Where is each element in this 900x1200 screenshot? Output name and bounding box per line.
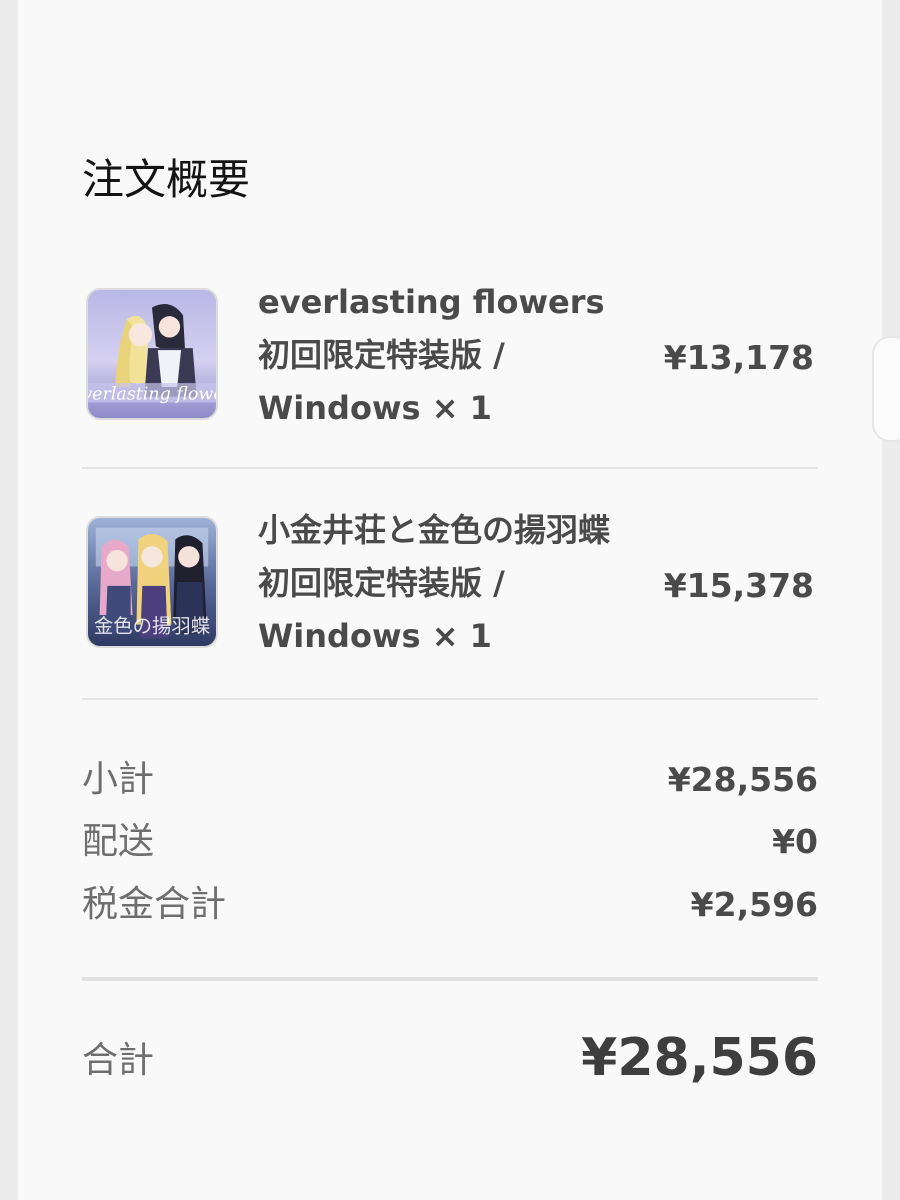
- koganei-so-cover-image: 金色の揚羽蝶: [86, 516, 218, 648]
- everlasting-flowers-cover-image: everlasting flower: [86, 288, 218, 420]
- order-item-price: ¥15,378: [663, 566, 814, 605]
- shipping-label: 配送: [82, 821, 155, 862]
- total-label: 合計: [82, 1040, 155, 1081]
- order-item: everlasting flower everlasting flowers 初…: [82, 280, 818, 440]
- tax-value: ¥2,596: [690, 885, 818, 924]
- subtotal-row: 小計 ¥28,556: [82, 756, 818, 804]
- shipping-value: ¥0: [772, 822, 818, 861]
- total-divider: [82, 977, 818, 981]
- order-item-name: everlasting flowers 初回限定特装版 / Windows × …: [258, 283, 605, 427]
- item-divider: [82, 698, 818, 700]
- tax-label: 税金合計: [82, 884, 227, 925]
- subtotal-label: 小計: [82, 759, 155, 800]
- order-item-price: ¥13,178: [663, 338, 814, 377]
- tax-row: 税金合計 ¥2,596: [82, 881, 818, 929]
- total-value: ¥28,556: [581, 1028, 818, 1088]
- subtotal-value: ¥28,556: [667, 760, 818, 799]
- cover-title-text: 金色の揚羽蝶: [94, 614, 210, 637]
- shipping-row: 配送 ¥0: [82, 818, 818, 866]
- scroll-handle[interactable]: [872, 336, 900, 442]
- order-item: 金色の揚羽蝶 小金井荘と金色の揚羽蝶 初回限定特装版 / Windows × 1…: [82, 508, 818, 668]
- item-divider: [82, 467, 818, 469]
- order-item-name: 小金井荘と金色の揚羽蝶 初回限定特装版 / Windows × 1: [258, 511, 611, 655]
- order-summary-title: 注文概要: [82, 155, 251, 204]
- cover-title-text: everlasting flower: [88, 385, 216, 405]
